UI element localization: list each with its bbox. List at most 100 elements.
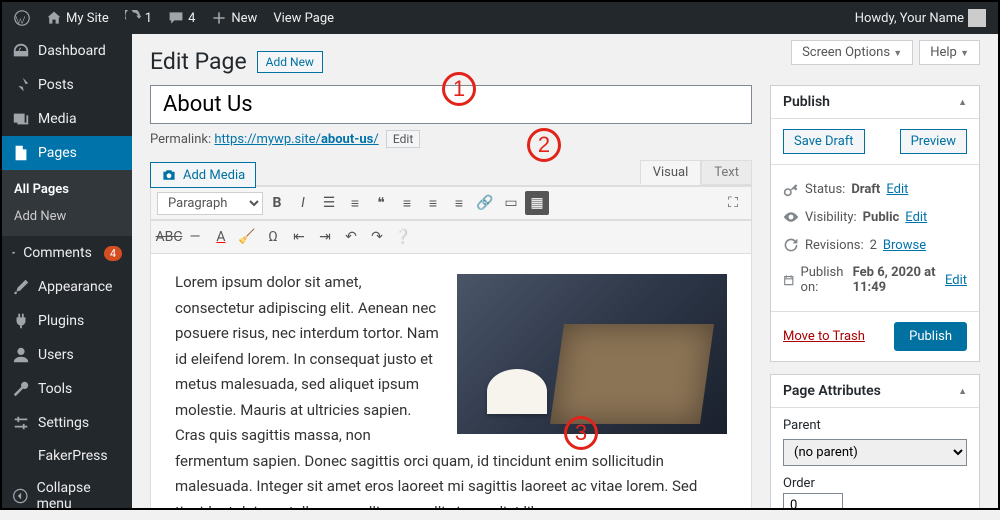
admin-toolbar: My Site 1 4 New View Page Howdy, Your Na… bbox=[2, 2, 998, 34]
sidebar-item-plugins[interactable]: Plugins bbox=[2, 304, 132, 338]
editor-container: Paragraph B I ☰ ≡ ❝ ≡ ≡ ≡ 🔗 ▭ ▦ ⛶ bbox=[150, 185, 752, 508]
sidebar-item-media[interactable]: Media bbox=[2, 102, 132, 136]
align-left-button[interactable]: ≡ bbox=[395, 191, 419, 215]
sidebar-item-fakerpress[interactable]: FakerPress bbox=[2, 440, 132, 472]
visibility-edit-link[interactable]: Edit bbox=[905, 210, 927, 225]
help-icon-button[interactable]: ❔ bbox=[391, 225, 415, 249]
calendar-icon bbox=[783, 272, 795, 288]
page-attributes-title: Page Attributes bbox=[783, 383, 881, 399]
new-content-link[interactable]: New bbox=[205, 2, 263, 34]
readmore-button[interactable]: ▭ bbox=[499, 191, 523, 215]
indent-button[interactable]: ⇥ bbox=[313, 225, 337, 249]
sliders-icon bbox=[12, 414, 30, 432]
sidebar-item-dashboard[interactable]: Dashboard bbox=[2, 34, 132, 68]
toggle-icon[interactable]: ▲ bbox=[958, 386, 967, 397]
sidebar-item-posts[interactable]: Posts bbox=[2, 68, 132, 102]
sidebar-item-settings[interactable]: Settings bbox=[2, 406, 132, 440]
italic-button[interactable]: I bbox=[291, 191, 315, 215]
post-title-input[interactable] bbox=[150, 85, 752, 124]
strikethrough-button[interactable]: ABC bbox=[157, 225, 181, 249]
updates-link[interactable]: 1 bbox=[119, 2, 158, 34]
preview-button[interactable]: Preview bbox=[900, 129, 967, 154]
submenu-all-pages[interactable]: All Pages bbox=[2, 176, 132, 203]
key-icon bbox=[783, 181, 799, 197]
align-center-button[interactable]: ≡ bbox=[421, 191, 445, 215]
toggle-icon[interactable]: ▲ bbox=[958, 97, 967, 108]
move-to-trash-link[interactable]: Move to Trash bbox=[783, 329, 865, 344]
publish-button[interactable]: Publish bbox=[894, 322, 967, 351]
textcolor-button[interactable]: A bbox=[209, 225, 233, 249]
number-list-button[interactable]: ≡ bbox=[343, 191, 367, 215]
clear-format-button[interactable]: 🧹 bbox=[235, 225, 259, 249]
quote-button[interactable]: ❝ bbox=[369, 191, 393, 215]
comments-link[interactable]: 4 bbox=[162, 2, 201, 34]
sidebar-item-pages[interactable]: Pages bbox=[2, 136, 132, 170]
collapse-menu[interactable]: Collapse menu bbox=[2, 472, 132, 520]
undo-button[interactable]: ↶ bbox=[339, 225, 363, 249]
editor-toolbar-row-1: Paragraph B I ☰ ≡ ❝ ≡ ≡ ≡ 🔗 ▭ ▦ ⛶ bbox=[151, 186, 751, 220]
sidebar-item-appearance[interactable]: Appearance bbox=[2, 270, 132, 304]
align-right-button[interactable]: ≡ bbox=[447, 191, 471, 215]
home-icon bbox=[46, 10, 62, 26]
avatar bbox=[968, 9, 986, 27]
specialchar-button[interactable]: Ω bbox=[261, 225, 285, 249]
schedule-edit-link[interactable]: Edit bbox=[945, 273, 967, 288]
bullet-list-button[interactable]: ☰ bbox=[317, 191, 341, 215]
content-area: Screen Options ▼ Help ▼ Edit Page Add Ne… bbox=[132, 34, 998, 508]
eye-icon bbox=[783, 209, 799, 225]
account-menu[interactable]: Howdy, Your Name bbox=[849, 2, 992, 34]
toolbar-toggle-button[interactable]: ▦ bbox=[525, 191, 549, 215]
plus-icon bbox=[211, 10, 227, 26]
sidebar-item-tools[interactable]: Tools bbox=[2, 372, 132, 406]
permalink-row: Permalink: https://mywp.site/about-us/ E… bbox=[150, 130, 752, 148]
order-input[interactable] bbox=[783, 493, 843, 508]
permalink-edit-button[interactable]: Edit bbox=[386, 130, 420, 148]
page-heading: Edit Page bbox=[150, 48, 247, 75]
publish-box: Publish▲ Save Draft Preview Status: Draf… bbox=[770, 85, 980, 362]
plug-icon bbox=[12, 312, 30, 330]
sidebar-item-comments[interactable]: Comments4 bbox=[2, 236, 132, 270]
page-attributes-box: Page Attributes ▲ Parent (no parent) Orde… bbox=[770, 374, 980, 508]
comments-badge: 4 bbox=[104, 246, 122, 261]
view-page-link[interactable]: View Page bbox=[267, 2, 340, 34]
media-icon bbox=[12, 110, 30, 128]
revisions-browse-link[interactable]: Browse bbox=[883, 238, 926, 253]
parent-select[interactable]: (no parent) bbox=[783, 439, 967, 466]
content-image[interactable] bbox=[457, 274, 727, 434]
page-icon bbox=[12, 144, 30, 162]
parent-label: Parent bbox=[783, 418, 967, 433]
hr-button[interactable]: — bbox=[183, 225, 207, 249]
help-button[interactable]: Help ▼ bbox=[919, 40, 980, 65]
add-new-button[interactable]: Add New bbox=[257, 51, 323, 73]
sidebar-item-users[interactable]: Users bbox=[2, 338, 132, 372]
refresh-icon bbox=[125, 10, 141, 26]
pin-icon bbox=[12, 76, 30, 94]
link-button[interactable]: 🔗 bbox=[473, 191, 497, 215]
wp-logo[interactable] bbox=[8, 2, 36, 34]
comment-icon bbox=[12, 244, 15, 262]
editor-tab-visual[interactable]: Visual bbox=[640, 160, 702, 185]
order-label: Order bbox=[783, 476, 967, 491]
brush-icon bbox=[12, 278, 30, 296]
sidebar-submenu-pages: All Pages Add New bbox=[2, 170, 132, 236]
outdent-button[interactable]: ⇤ bbox=[287, 225, 311, 249]
comment-icon bbox=[168, 10, 184, 26]
bold-button[interactable]: B bbox=[265, 191, 289, 215]
submenu-add-new[interactable]: Add New bbox=[2, 203, 132, 230]
save-draft-button[interactable]: Save Draft bbox=[783, 129, 865, 154]
publish-box-title: Publish bbox=[783, 94, 830, 110]
fullscreen-button[interactable]: ⛶ bbox=[721, 191, 745, 215]
user-icon bbox=[12, 346, 30, 364]
editor-tab-text[interactable]: Text bbox=[701, 160, 752, 185]
editor-toolbar-row-2: ABC — A 🧹 Ω ⇤ ⇥ ↶ ↷ ❔ bbox=[151, 220, 751, 254]
format-select[interactable]: Paragraph bbox=[157, 192, 263, 215]
wrench-icon bbox=[12, 380, 30, 398]
permalink-link[interactable]: https://mywp.site/about-us/ bbox=[214, 132, 378, 147]
status-edit-link[interactable]: Edit bbox=[886, 182, 908, 197]
redo-button[interactable]: ↷ bbox=[365, 225, 389, 249]
site-home-link[interactable]: My Site bbox=[40, 2, 115, 34]
screen-options-button[interactable]: Screen Options ▼ bbox=[791, 40, 913, 65]
admin-sidebar: Dashboard Posts Media Pages All Pages Ad… bbox=[2, 34, 132, 508]
editor-body[interactable]: Lorem ipsum dolor sit amet, consectetur … bbox=[151, 254, 751, 508]
dashboard-icon bbox=[12, 42, 30, 60]
